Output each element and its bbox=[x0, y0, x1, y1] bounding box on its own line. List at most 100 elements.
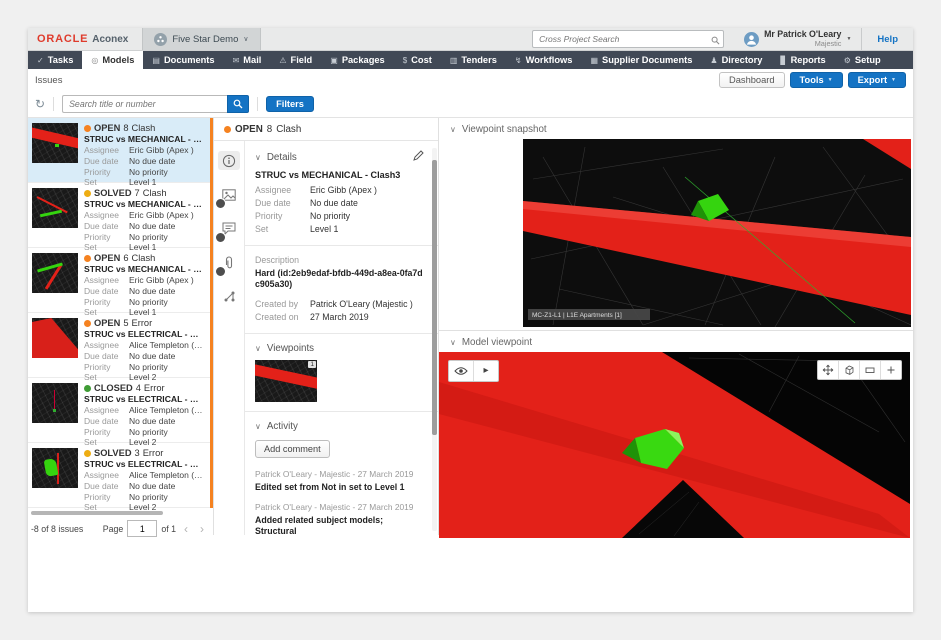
issue-list-item[interactable]: OPEN 6 Clash STRUC vs MECHANICAL - Clash… bbox=[28, 248, 213, 313]
prev-page-button[interactable]: ‹ bbox=[180, 523, 192, 535]
status-dot bbox=[84, 385, 91, 392]
details-section-header[interactable]: ∨ Details bbox=[255, 150, 424, 164]
orbit-button[interactable] bbox=[839, 361, 860, 379]
viewpoint-thumbnail[interactable]: 1 bbox=[255, 360, 317, 402]
list-scrollbar[interactable] bbox=[210, 118, 213, 508]
edit-icon[interactable] bbox=[413, 150, 424, 164]
add-comment-button[interactable]: Add comment bbox=[255, 440, 330, 458]
search-button[interactable] bbox=[227, 95, 249, 113]
user-avatar bbox=[744, 32, 759, 47]
export-button[interactable]: Export▼ bbox=[848, 72, 906, 88]
issue-priority: No priority bbox=[129, 427, 168, 438]
nav-tab[interactable]: ▣ Packages bbox=[321, 51, 393, 69]
nav-tab-label: Directory bbox=[722, 55, 763, 65]
issue-search-input[interactable] bbox=[62, 95, 227, 113]
status-dot bbox=[84, 255, 91, 262]
issue-list-item[interactable]: SOLVED 3 Error STRUC vs ELECTRICAL - Cla… bbox=[28, 443, 213, 508]
divider bbox=[245, 411, 438, 412]
issue-due: No due date bbox=[129, 221, 175, 232]
search-icon bbox=[711, 32, 720, 50]
main-content: OPEN 8 Clash STRUC vs MECHANICAL - Clash… bbox=[28, 118, 913, 535]
issue-title: STRUC vs ELECTRICAL - Clash3 bbox=[84, 394, 204, 404]
nav-tab-icon: ✉ bbox=[233, 56, 240, 65]
cross-project-search-input[interactable] bbox=[532, 30, 724, 48]
nav-tab[interactable]: ◎ Models bbox=[82, 51, 143, 69]
status-dot bbox=[84, 450, 91, 457]
issue-set: Level 1 bbox=[129, 177, 156, 188]
nav-tab[interactable]: ⚠ Field bbox=[270, 51, 321, 69]
refresh-icon[interactable]: ↻ bbox=[35, 98, 45, 110]
pan-button[interactable] bbox=[818, 361, 839, 379]
user-name: Mr Patrick O'Leary bbox=[764, 30, 841, 39]
list-toolbar: ↻ Filters bbox=[28, 91, 913, 118]
detail-number: 8 bbox=[267, 124, 272, 135]
dashboard-button[interactable]: Dashboard bbox=[719, 72, 784, 88]
visibility-button[interactable] bbox=[449, 361, 474, 381]
viewpoints-section-header[interactable]: ∨ Viewpoints bbox=[255, 343, 424, 354]
nav-tab[interactable]: ♟ Directory bbox=[701, 51, 771, 69]
next-page-button[interactable]: › bbox=[196, 523, 208, 535]
model-viewpoint-header[interactable]: ∨ Model viewpoint bbox=[439, 331, 913, 352]
info-tab[interactable] bbox=[218, 151, 240, 170]
issue-priority: No priority bbox=[129, 232, 168, 243]
related-models-tab[interactable] bbox=[218, 287, 240, 306]
nav-tab-label: Supplier Documents bbox=[602, 55, 692, 65]
viewer-panel: ∨ Viewpoint snapshot bbox=[439, 118, 913, 535]
project-selector[interactable]: Five Star Demo ∨ bbox=[142, 28, 260, 50]
cross-project-search bbox=[532, 28, 724, 50]
nav-tab[interactable]: $ Cost bbox=[394, 51, 441, 69]
user-menu[interactable]: Mr Patrick O'Leary Majestic ▼ bbox=[734, 28, 861, 50]
nav-tab[interactable]: ▤ Documents bbox=[143, 51, 223, 69]
status-dot bbox=[84, 125, 91, 132]
aconex-app-window: ORACLE Aconex Five Star Demo ∨ Mr Patr bbox=[28, 28, 913, 612]
issue-thumbnail bbox=[32, 318, 78, 358]
help-link[interactable]: Help bbox=[861, 28, 913, 50]
status-dot bbox=[84, 320, 91, 327]
nav-tab-icon: ↯ bbox=[515, 56, 522, 65]
nav-tab[interactable]: ✓ Tasks bbox=[28, 51, 82, 69]
attachments-tab[interactable] bbox=[218, 253, 240, 272]
detail-type: Clash bbox=[276, 124, 301, 135]
nav-tab[interactable]: ▦ Supplier Documents bbox=[581, 51, 701, 69]
viewpoint-snapshot-header[interactable]: ∨ Viewpoint snapshot bbox=[439, 118, 913, 139]
nav-tab[interactable]: ↯ Workflows bbox=[506, 51, 582, 69]
issue-assignee: Alice Templeton (Enzic... bbox=[129, 405, 204, 416]
primary-nav: ✓ Tasks ◎ Models ▤ Documents ✉ Mail ⚠ Fi… bbox=[28, 51, 913, 69]
viewpoints-tab[interactable] bbox=[218, 185, 240, 204]
issue-title: STRUC vs MECHANICAL - Clash3 bbox=[84, 134, 204, 144]
comments-tab[interactable] bbox=[218, 219, 240, 238]
issue-list-item[interactable]: OPEN 5 Error STRUC vs ELECTRICAL - Clash… bbox=[28, 313, 213, 378]
zoom-out-button[interactable] bbox=[860, 361, 881, 379]
filters-button[interactable]: Filters bbox=[266, 96, 314, 112]
viewpoint-badge: 1 bbox=[308, 361, 316, 368]
detail-scrollbar-thumb[interactable] bbox=[432, 160, 437, 435]
issue-number: 4 bbox=[136, 383, 141, 393]
tools-button[interactable]: Tools▼ bbox=[790, 72, 843, 88]
page-title: Issues bbox=[35, 75, 62, 86]
nav-tab-icon: $ bbox=[403, 56, 407, 65]
status-dot bbox=[84, 190, 91, 197]
issue-list-item[interactable]: CLOSED 4 Error STRUC vs ELECTRICAL - Cla… bbox=[28, 378, 213, 443]
model-viewer-canvas[interactable]: ▸ bbox=[439, 352, 913, 538]
issue-list-item[interactable]: SOLVED 7 Clash STRUC vs MECHANICAL - Cla… bbox=[28, 183, 213, 248]
issue-search bbox=[62, 95, 249, 113]
nav-tab-label: Models bbox=[102, 55, 134, 65]
activity-section-header[interactable]: ∨ Activity bbox=[255, 421, 424, 432]
zoom-in-button[interactable] bbox=[881, 361, 901, 379]
detail-scrollbar-track[interactable] bbox=[432, 148, 437, 531]
nav-tab-icon: ♟ bbox=[710, 56, 717, 65]
nav-tab[interactable]: ▥ Tenders bbox=[441, 51, 506, 69]
nav-tab[interactable]: ▊ Reports bbox=[771, 51, 834, 69]
expand-toolbar-button[interactable]: ▸ bbox=[474, 361, 498, 381]
issue-priority: No priority bbox=[129, 492, 168, 503]
detail-content: ∨ Details STRUC vs MECHANICAL - Clash3 A… bbox=[244, 141, 438, 535]
issue-set: Level 2 bbox=[129, 372, 156, 383]
issue-assignee: Eric Gibb (Apex ) bbox=[129, 210, 194, 221]
page-number-input[interactable] bbox=[127, 520, 157, 537]
nav-tab[interactable]: ⚙ Setup bbox=[835, 51, 890, 69]
nav-tab-label: Packages bbox=[342, 55, 385, 65]
issue-list-item[interactable]: OPEN 8 Clash STRUC vs MECHANICAL - Clash… bbox=[28, 118, 213, 183]
oracle-aconex-logo: ORACLE Aconex bbox=[28, 28, 142, 50]
nav-tab[interactable]: ✉ Mail bbox=[224, 51, 271, 69]
nav-tab-icon: ⚙ bbox=[844, 56, 851, 65]
